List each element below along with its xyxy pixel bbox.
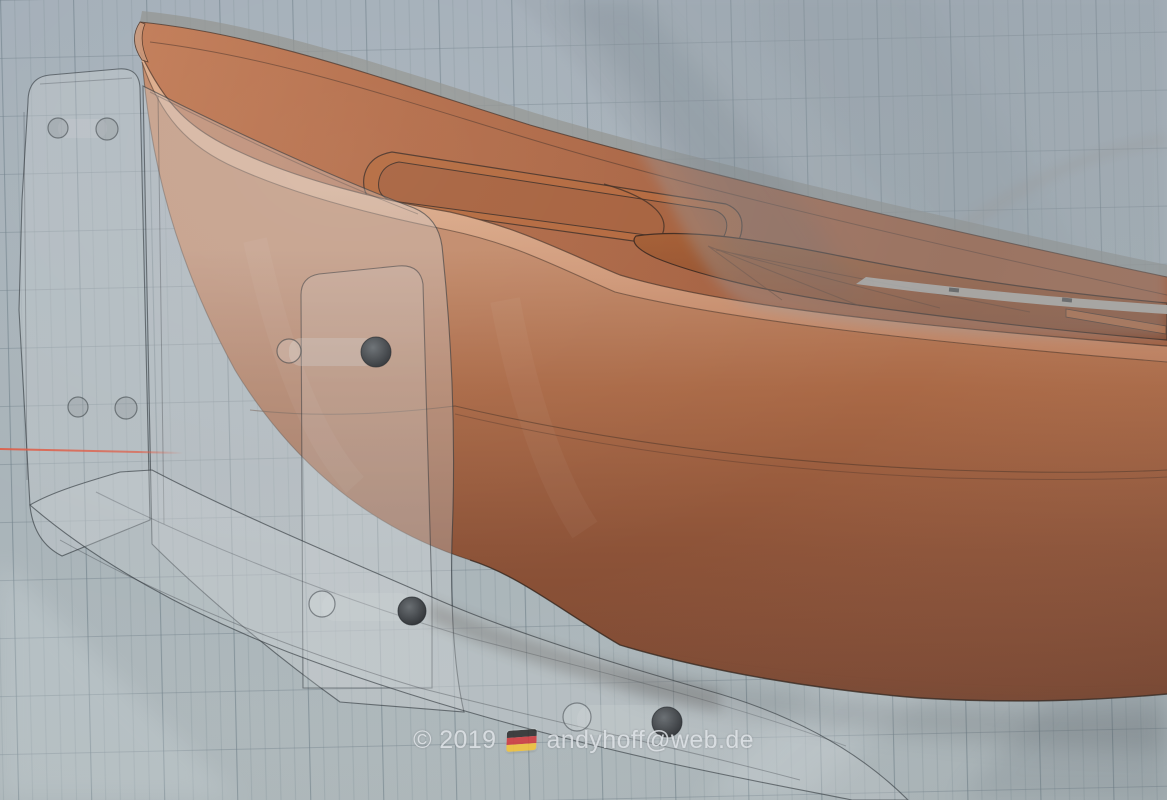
cad-viewport[interactable]: © 2019 andyhoff@web.de [0, 0, 1167, 800]
vignette-overlay [0, 0, 1167, 800]
model-render-canvas[interactable] [0, 0, 1167, 800]
